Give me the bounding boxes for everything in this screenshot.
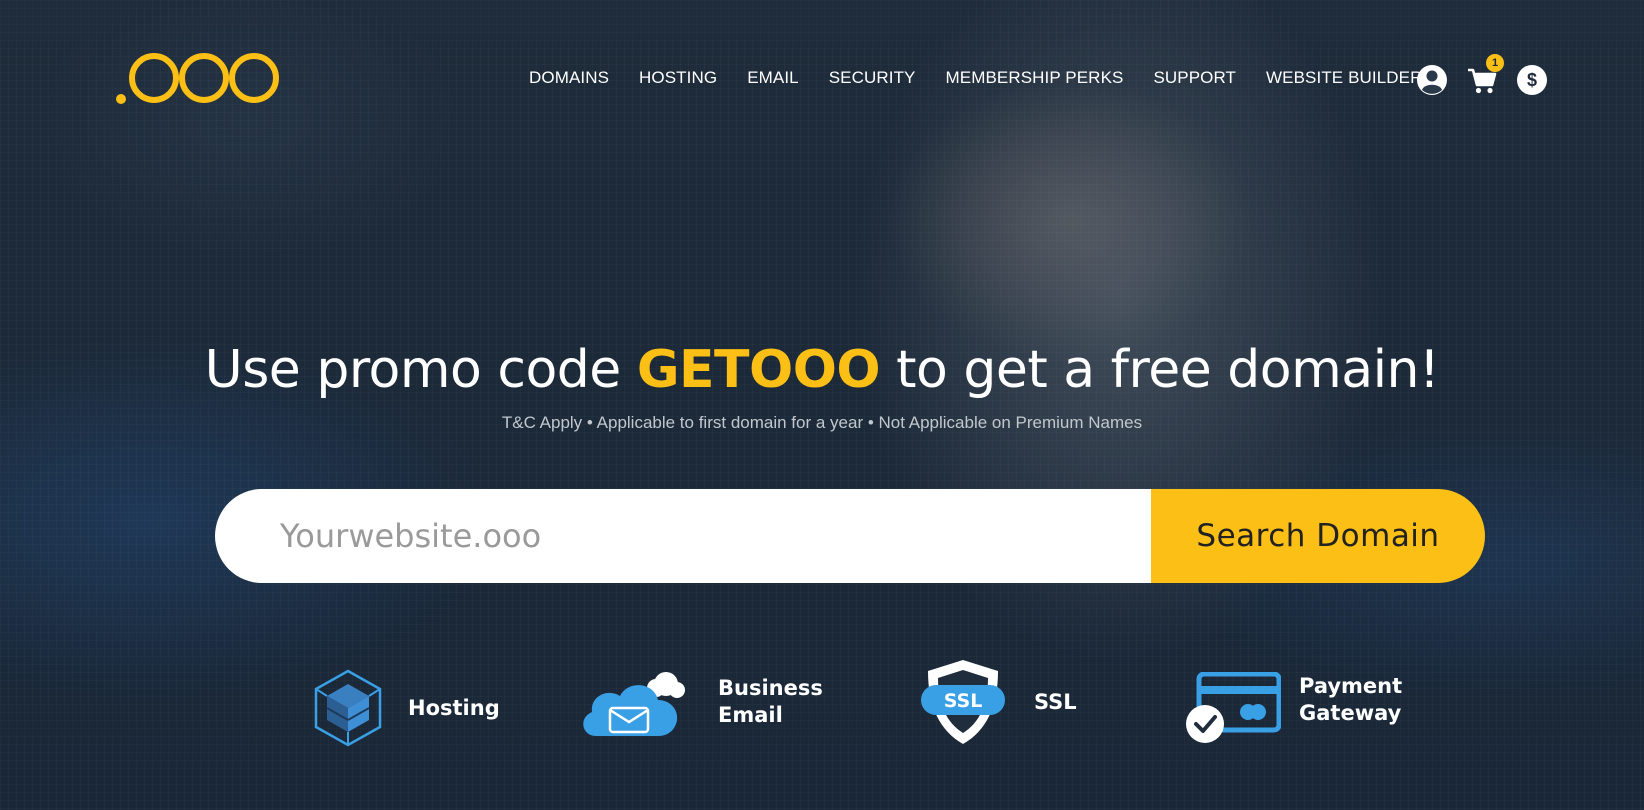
main-nav: DOMAINS HOSTING EMAIL SECURITY MEMBERSHI…: [529, 68, 1422, 88]
feature-label-line: Business: [718, 676, 823, 700]
terms-subline: T&C Apply • Applicable to first domain f…: [501, 413, 1143, 432]
nav-membership-perks[interactable]: MEMBERSHIP PERKS: [946, 68, 1124, 88]
feature-business-email-label: Business Email: [718, 675, 823, 729]
feature-label-line: Email: [718, 703, 783, 727]
header-icons: 1 $: [1416, 54, 1548, 96]
dollar-icon: $: [1517, 65, 1547, 95]
payment-card-icon: [1186, 672, 1281, 743]
nav-email[interactable]: EMAIL: [747, 68, 799, 88]
headline-before: Use promo code: [204, 340, 637, 400]
feature-label-line: SSL: [1034, 689, 1077, 714]
feature-ssl[interactable]: SSL SSL: [920, 657, 1077, 747]
nav-support[interactable]: SUPPORT: [1153, 68, 1236, 88]
nav-website-builder[interactable]: WEBSITE BUILDER: [1266, 68, 1422, 88]
feature-payment-gateway-label: Payment Gateway: [1299, 673, 1402, 727]
nav-domains[interactable]: DOMAINS: [529, 68, 609, 88]
feature-business-email[interactable]: Business Email: [578, 666, 823, 738]
feature-label-line: Gateway: [1299, 701, 1402, 725]
nav-security[interactable]: SECURITY: [829, 68, 916, 88]
feature-hosting[interactable]: Hosting: [313, 668, 500, 748]
feature-payment-gateway[interactable]: Payment Gateway: [1185, 672, 1402, 744]
feature-label-line: Hosting: [408, 695, 500, 720]
ooo-logo[interactable]: [116, 50, 281, 106]
domain-search-form: Search Domain: [215, 489, 1485, 583]
promo-code: GETOOO: [636, 340, 881, 400]
feature-ssl-label: SSL: [1034, 689, 1077, 716]
ssl-shield-icon: SSL: [921, 660, 1005, 744]
feature-hosting-label: Hosting: [408, 695, 500, 722]
search-domain-button[interactable]: Search Domain: [1151, 489, 1485, 583]
cart-button[interactable]: 1: [1466, 54, 1504, 96]
domain-search-input[interactable]: [215, 489, 1151, 583]
nav-hosting[interactable]: HOSTING: [639, 68, 717, 88]
promo-headline: Use promo code GETOOO to get a free doma…: [0, 340, 1644, 400]
currency-button[interactable]: $: [1516, 64, 1548, 96]
feature-label-line: Payment: [1299, 674, 1403, 698]
account-button[interactable]: [1416, 64, 1448, 96]
user-icon: [1417, 65, 1447, 95]
hosting-cube-icon: [314, 669, 382, 747]
cloud-email-icon: [583, 672, 685, 736]
cart-count-badge: 1: [1486, 54, 1504, 72]
ssl-icon-text: SSL: [944, 690, 983, 712]
headline-after: to get a free domain!: [880, 340, 1440, 400]
